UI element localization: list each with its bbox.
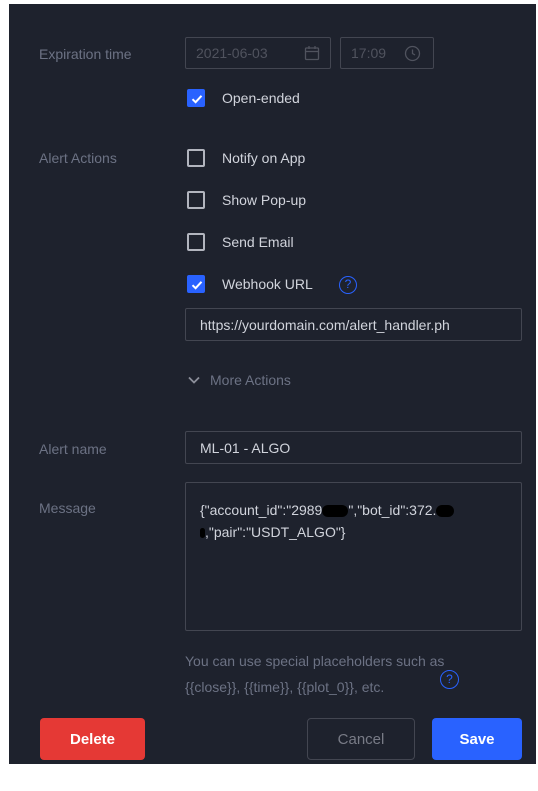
message-line-2: ,"pair":"USDT_ALGO"} — [200, 521, 510, 543]
message-part-b: ","bot_id":372. — [348, 502, 437, 518]
webhook-url-value: https://yourdomain.com/alert_handler.ph — [200, 317, 450, 333]
webhook-url-label: Webhook URL — [222, 276, 313, 292]
alert-settings-dialog: Expiration time 2021-06-03 17:09 Open-en… — [9, 4, 536, 764]
expiration-time-label: Expiration time — [39, 46, 132, 62]
placeholder-help-icon[interactable]: ? — [440, 670, 459, 689]
expiration-time-value: 17:09 — [351, 45, 387, 61]
save-button[interactable]: Save — [432, 718, 522, 760]
message-part-c: ,"pair":"USDT_ALGO"} — [205, 524, 346, 540]
open-ended-checkbox[interactable] — [187, 89, 205, 107]
message-line-1: {"account_id":"2989 ","bot_id":372. — [200, 499, 510, 521]
notify-on-app-label: Notify on App — [222, 150, 306, 166]
calendar-icon — [304, 45, 320, 66]
hint-line-1: You can use special placeholders such as — [185, 653, 445, 669]
alert-name-input[interactable]: ML-01 - ALGO — [185, 431, 522, 464]
message-label: Message — [39, 500, 96, 516]
placeholder-hint: You can use special placeholders such as… — [185, 648, 525, 700]
send-email-checkbox[interactable] — [187, 233, 205, 251]
webhook-help-icon[interactable]: ? — [339, 276, 357, 294]
hint-line-2-text: {{close}}, {{time}}, {{plot_0}}, etc. — [185, 679, 385, 695]
message-text: {"account_id":"2989 ","bot_id":372. ,"pai… — [200, 499, 510, 543]
open-ended-label: Open-ended — [222, 90, 300, 106]
expiration-date-input[interactable]: 2021-06-03 — [185, 37, 331, 69]
message-part-a: {"account_id":"2989 — [200, 502, 323, 518]
redaction-mark — [436, 505, 455, 518]
delete-button[interactable]: Delete — [40, 718, 145, 760]
send-email-label: Send Email — [222, 234, 294, 250]
chevron-down-icon — [187, 373, 201, 392]
clock-icon — [404, 45, 421, 67]
alert-actions-label: Alert Actions — [39, 150, 117, 166]
hint-line-2: {{close}}, {{time}}, {{plot_0}}, etc. — [185, 674, 525, 700]
webhook-url-checkbox[interactable] — [187, 275, 205, 293]
alert-name-value: ML-01 - ALGO — [200, 440, 291, 456]
webhook-url-input[interactable]: https://yourdomain.com/alert_handler.ph — [185, 308, 522, 341]
more-actions-label: More Actions — [210, 372, 291, 388]
cancel-button[interactable]: Cancel — [307, 718, 415, 760]
redaction-mark — [322, 505, 349, 518]
message-textarea[interactable]: {"account_id":"2989 ","bot_id":372. ,"pai… — [185, 482, 522, 631]
alert-name-label: Alert name — [39, 441, 107, 457]
show-popup-label: Show Pop-up — [222, 192, 307, 208]
expiration-date-value: 2021-06-03 — [196, 45, 268, 61]
show-popup-checkbox[interactable] — [187, 191, 205, 209]
notify-on-app-checkbox[interactable] — [187, 149, 205, 167]
expiration-time-input[interactable]: 17:09 — [340, 37, 434, 69]
